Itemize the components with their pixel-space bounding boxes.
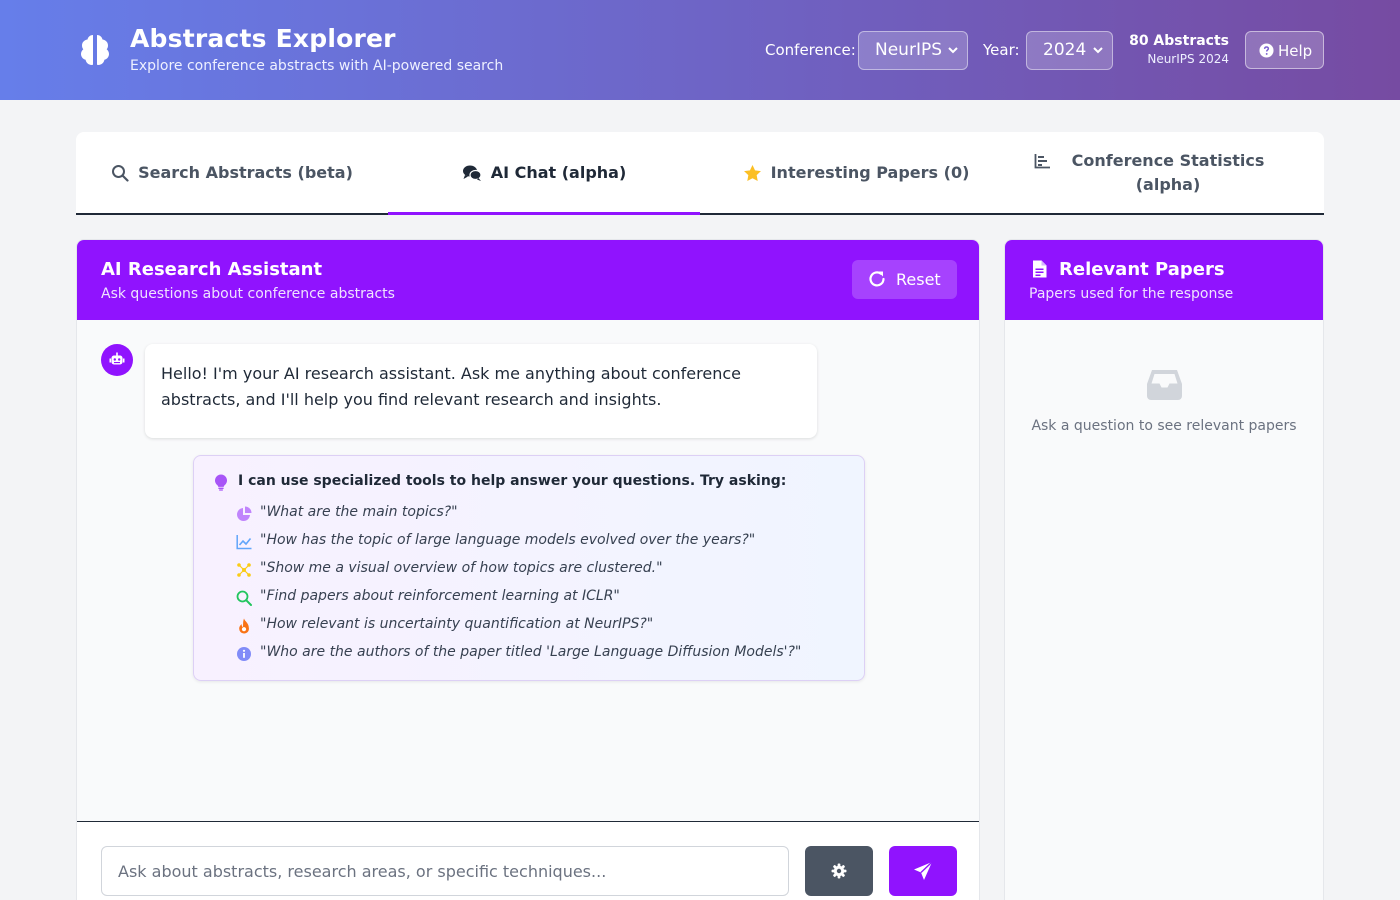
tab-interesting-papers[interactable]: Interesting Papers (0) <box>700 132 1012 213</box>
assistant-avatar <box>101 344 133 376</box>
refresh-icon <box>869 271 885 287</box>
app-title: Abstracts Explorer <box>130 24 396 53</box>
chat-panel: AI Research Assistant Ask questions abou… <box>76 239 980 900</box>
conference-select[interactable]: NeurIPS <box>858 31 968 70</box>
main-tabs: Search Abstracts (beta) AI Chat (alpha) … <box>76 132 1324 215</box>
year-select-value: 2024 <box>1043 40 1087 60</box>
abstract-count-source: NeurIPS 2024 <box>1147 52 1229 66</box>
chat-panel-subtitle: Ask questions about conference abstracts <box>101 286 395 302</box>
suggestions-box: I can use specialized tools to help answ… <box>193 455 865 681</box>
fire-icon <box>239 618 249 634</box>
send-button[interactable] <box>889 846 957 896</box>
empty-state-text: Ask a question to see relevant papers <box>1031 418 1297 434</box>
app-subtitle: Explore conference abstracts with AI-pow… <box>130 58 504 74</box>
star-icon <box>743 164 761 181</box>
chevron-down-icon <box>948 47 958 54</box>
tab-ai-chat[interactable]: AI Chat (alpha) <box>388 132 700 213</box>
question-circle-icon <box>1259 43 1274 58</box>
bar-chart-icon <box>1034 153 1050 168</box>
document-icon <box>1033 260 1047 278</box>
suggestion-text: "How relevant is uncertainty quantificat… <box>260 616 654 632</box>
settings-button[interactable] <box>805 846 873 896</box>
help-button-label: Help <box>1278 42 1313 60</box>
relevant-papers-subtitle: Papers used for the response <box>1029 286 1234 302</box>
active-tab-indicator <box>388 212 700 215</box>
inbox-icon <box>1147 370 1182 400</box>
tab-ai-chat-label: AI Chat (alpha) <box>490 162 627 182</box>
tab-search-label: Search Abstracts (beta) <box>138 162 353 182</box>
suggestion-text: "What are the main topics?" <box>260 504 458 520</box>
chat-panel-header: AI Research Assistant Ask questions abou… <box>77 240 979 320</box>
chat-input-bar <box>77 821 979 900</box>
brain-icon <box>81 35 109 65</box>
reset-button[interactable]: Reset <box>852 260 957 299</box>
search-icon <box>112 164 129 182</box>
relevant-papers-header: Relevant Papers Papers used for the resp… <box>1005 240 1323 320</box>
info-icon <box>237 647 251 661</box>
tab-interesting-papers-label: Interesting Papers (0) <box>770 162 970 182</box>
suggestion-text: "Who are the authors of the paper titled… <box>260 644 802 660</box>
conference-select-value: NeurIPS <box>875 40 942 60</box>
chat-input[interactable] <box>101 846 789 896</box>
relevant-papers-title: Relevant Papers <box>1059 259 1225 280</box>
help-button[interactable]: Help <box>1245 31 1324 69</box>
reset-button-label: Reset <box>896 270 941 289</box>
suggestion-text: "How has the topic of large language mod… <box>260 532 756 548</box>
suggestions-heading: I can use specialized tools to help answ… <box>238 473 787 489</box>
relevant-papers-panel: Relevant Papers Papers used for the resp… <box>1004 239 1324 900</box>
tab-conference-statistics[interactable]: Conference Statistics (alpha) <box>1012 132 1324 213</box>
app-header: Abstracts Explorer Explore conference ab… <box>0 0 1400 100</box>
lightbulb-icon <box>215 474 227 491</box>
line-chart-icon <box>236 535 252 550</box>
pie-chart-icon <box>237 506 252 521</box>
abstract-count: 80 Abstracts <box>1129 33 1229 49</box>
year-label: Year: <box>983 41 1020 59</box>
tab-search[interactable]: Search Abstracts (beta) <box>76 132 388 213</box>
search-icon <box>236 590 252 606</box>
cluster-icon <box>237 563 251 577</box>
assistant-message: Hello! I'm your AI research assistant. A… <box>145 344 817 438</box>
suggestion-text: "Show me a visual overview of how topics… <box>260 560 663 576</box>
chat-panel-title: AI Research Assistant <box>101 259 323 280</box>
chat-bubbles-icon <box>462 165 482 181</box>
robot-icon <box>109 352 125 365</box>
gear-icon <box>831 863 847 879</box>
conference-label: Conference: <box>765 41 856 59</box>
paper-plane-icon <box>914 861 933 880</box>
tab-conference-statistics-label: Conference Statistics (alpha) <box>1071 150 1265 194</box>
suggestion-text: "Find papers about reinforcement learnin… <box>260 588 620 604</box>
